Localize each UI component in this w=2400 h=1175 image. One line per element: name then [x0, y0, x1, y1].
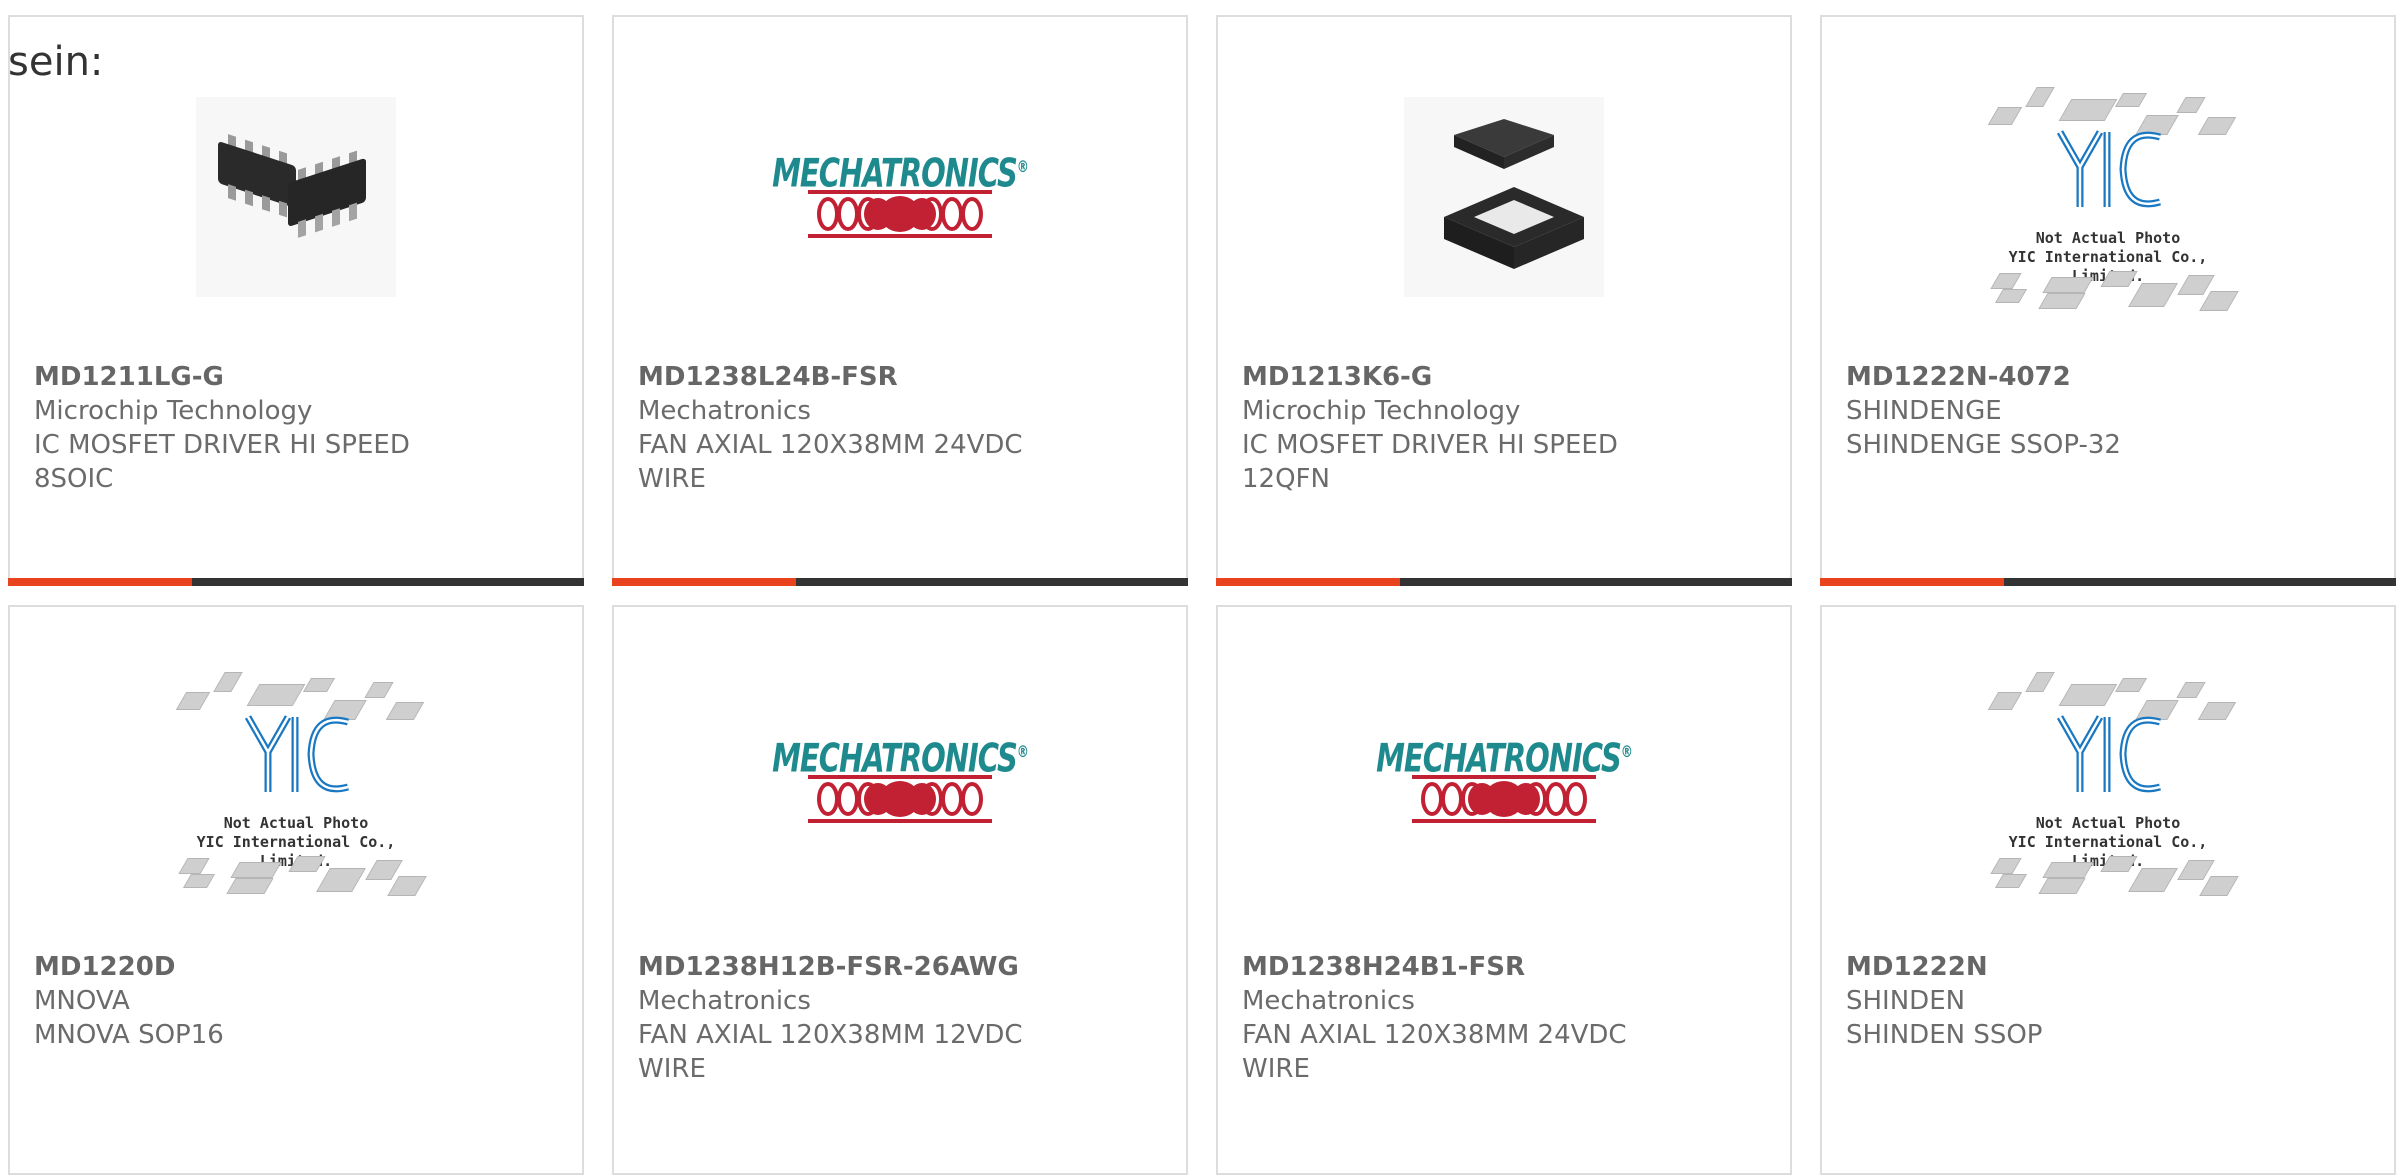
part-number-link[interactable]: MD1220D — [34, 950, 562, 984]
description-line: WIRE — [638, 1054, 706, 1084]
chip-photo — [1404, 97, 1604, 297]
product-info: MD1238H12B-FSR-26AWG Mechatronics FAN AXIA… — [638, 950, 1166, 1086]
product-image[interactable] — [1218, 87, 1790, 307]
card-accent-bar — [1820, 578, 2396, 586]
description-line: WIRE — [1242, 1054, 1310, 1084]
product-card[interactable]: MECHATRONICS® MD1238H12B-FSR-26AWG Mechat… — [612, 605, 1188, 1175]
product-info: MD1211LG-G Microchip Technology IC MOSFET … — [34, 360, 562, 496]
product-card[interactable]: MD1213K6-G Microchip Technology IC MOSFET … — [1216, 15, 1792, 586]
placeholder-caption-line1: Not Actual Photo — [2035, 814, 2181, 832]
intro-text: sein: — [8, 39, 104, 85]
card-accent-bar — [612, 578, 1188, 586]
description-line: WIRE — [638, 464, 706, 494]
description-line: SHINDENGE SSOP-32 — [1846, 430, 2121, 460]
product-image[interactable]: Not Actual Photo YIC International Co., … — [1822, 672, 2394, 896]
manufacturer: MNOVA — [34, 986, 130, 1016]
part-number-link[interactable]: MD1211LG-G — [34, 360, 562, 394]
mechatronics-logo: MECHATRONICS® — [772, 150, 1029, 238]
yic-logo-icon — [244, 715, 349, 793]
product-card[interactable]: MECHATRONICS® MD1238H24B1-FSR Mechatronic… — [1216, 605, 1792, 1175]
product-image[interactable]: MECHATRONICS® — [614, 672, 1186, 892]
product-info: MD1222N-4072 SHINDENGE SHINDENGE SSOP-32 — [1846, 360, 2374, 462]
manufacturer: Microchip Technology — [34, 396, 313, 426]
manufacturer: Mechatronics — [1242, 986, 1415, 1016]
product-image[interactable]: Not Actual Photo YIC International Co., … — [1822, 87, 2394, 311]
manufacturer: SHINDENGE — [1846, 396, 2002, 426]
description-line: 8SOIC — [34, 464, 114, 494]
yic-placeholder-image: Not Actual Photo YIC International Co., … — [161, 662, 431, 902]
manufacturer: Mechatronics — [638, 986, 811, 1016]
mechatronics-logo: MECHATRONICS® — [772, 735, 1029, 823]
chip-photo — [196, 97, 396, 297]
mechatronics-logo: MECHATRONICS® — [1376, 735, 1633, 823]
product-image[interactable]: MECHATRONICS® — [1218, 672, 1790, 892]
product-card[interactable]: Not Actual Photo YIC International Co., … — [1820, 15, 2396, 586]
product-image[interactable]: Not Actual Photo YIC International Co., … — [10, 672, 582, 896]
part-number-link[interactable]: MD1222N-4072 — [1846, 360, 2374, 394]
product-card[interactable]: Not Actual Photo YIC International Co., … — [8, 605, 584, 1175]
manufacturer: SHINDEN — [1846, 986, 1966, 1016]
product-info: MD1213K6-G Microchip Technology IC MOSFET … — [1242, 360, 1770, 496]
description-line: IC MOSFET DRIVER HI SPEED — [34, 430, 410, 460]
description-line: FAN AXIAL 120X38MM 12VDC — [638, 1020, 1023, 1050]
card-accent-highlight — [612, 578, 796, 586]
product-info: MD1238H24B1-FSR Mechatronics FAN AXIAL 120… — [1242, 950, 1770, 1086]
yic-logo-icon — [2056, 715, 2161, 793]
card-accent-bar — [1216, 578, 1792, 586]
product-info: MD1238L24B-FSR Mechatronics FAN AXIAL 120X… — [638, 360, 1166, 496]
description-line: MNOVA SOP16 — [34, 1020, 224, 1050]
product-card[interactable]: MD1211LG-G Microchip Technology IC MOSFET … — [8, 15, 584, 586]
part-number-link[interactable]: MD1238H12B-FSR-26AWG — [638, 950, 1166, 984]
yic-logo-icon — [2056, 130, 2161, 208]
placeholder-caption-line1: Not Actual Photo — [2035, 229, 2181, 247]
placeholder-caption-line1: Not Actual Photo — [223, 814, 369, 832]
description-line: IC MOSFET DRIVER HI SPEED — [1242, 430, 1618, 460]
manufacturer: Microchip Technology — [1242, 396, 1521, 426]
card-accent-highlight — [1216, 578, 1400, 586]
description-line: FAN AXIAL 120X38MM 24VDC — [638, 430, 1023, 460]
manufacturer: Mechatronics — [638, 396, 811, 426]
product-card[interactable]: MECHATRONICS® MD1238L24B-FSR Mechatronics… — [612, 15, 1188, 586]
part-number-link[interactable]: MD1222N — [1846, 950, 2374, 984]
product-info: MD1220D MNOVA MNOVA SOP16 — [34, 950, 562, 1052]
card-accent-highlight — [8, 578, 192, 586]
part-number-link[interactable]: MD1213K6-G — [1242, 360, 1770, 394]
description-line: FAN AXIAL 120X38MM 24VDC — [1242, 1020, 1627, 1050]
yic-placeholder-image: Not Actual Photo YIC International Co., … — [1973, 77, 2243, 317]
part-number-link[interactable]: MD1238L24B-FSR — [638, 360, 1166, 394]
product-image[interactable] — [10, 87, 582, 307]
product-info: MD1222N SHINDEN SHINDEN SSOP — [1846, 950, 2374, 1052]
part-number-link[interactable]: MD1238H24B1-FSR — [1242, 950, 1770, 984]
description-line: 12QFN — [1242, 464, 1330, 494]
description-line: SHINDEN SSOP — [1846, 1020, 2043, 1050]
product-card[interactable]: Not Actual Photo YIC International Co., … — [1820, 605, 2396, 1175]
yic-placeholder-image: Not Actual Photo YIC International Co., … — [1973, 662, 2243, 902]
card-accent-bar — [8, 578, 584, 586]
product-image[interactable]: MECHATRONICS® — [614, 87, 1186, 307]
card-accent-highlight — [1820, 578, 2004, 586]
